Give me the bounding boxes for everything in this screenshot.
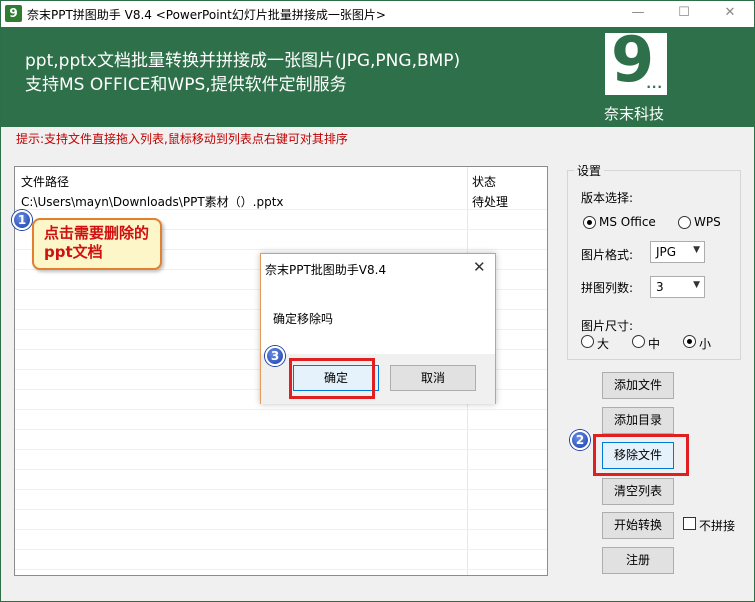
banner-headline: ppt,pptx文档批量转换并拼接成一张图片(JPG,PNG,BMP): [25, 51, 461, 71]
format-label: 图片格式:: [581, 248, 634, 262]
usage-hint: 提示:支持文件直接拖入列表,鼠标移动到列表点右键可对其排序: [16, 132, 348, 146]
step-1-callout: 点击需要删除的ppt文档: [32, 218, 162, 270]
column-header-path[interactable]: 文件路径: [21, 173, 69, 190]
dialog-close-icon[interactable]: ✕: [473, 258, 486, 276]
version-wps-label[interactable]: WPS: [694, 215, 721, 229]
close-button[interactable]: ✕: [707, 1, 753, 27]
size-large-label[interactable]: 大: [597, 335, 609, 352]
empty-row: [15, 551, 547, 570]
clear-list-button[interactable]: 清空列表: [602, 478, 674, 505]
dialog-message: 确定移除吗: [273, 312, 334, 326]
add-file-button[interactable]: 添加文件: [602, 372, 674, 399]
empty-row: [15, 411, 547, 430]
no-stitch-checkbox[interactable]: [683, 517, 696, 530]
maximize-button[interactable]: ☐: [661, 1, 707, 27]
step-1-badge: 1: [12, 210, 32, 230]
version-msoffice-radio[interactable]: [583, 216, 596, 229]
empty-row: [15, 511, 547, 530]
version-wps-radio[interactable]: [678, 216, 691, 229]
empty-row: [15, 531, 547, 550]
file-path-cell: C:\Users\mayn\Downloads\PPT素材（）.pptx: [21, 195, 284, 209]
chevron-down-icon: ▼: [693, 245, 700, 255]
add-folder-button[interactable]: 添加目录: [602, 407, 674, 434]
format-select-value: JPG: [656, 245, 677, 259]
empty-row: [15, 431, 547, 450]
empty-row: [15, 451, 547, 470]
step-3-badge: 3: [265, 346, 285, 366]
size-label: 图片尺寸:: [581, 319, 634, 333]
step-2-badge: 2: [570, 430, 590, 450]
dialog-cancel-button[interactable]: 取消: [390, 365, 476, 391]
header-banner: ppt,pptx文档批量转换并拼接成一张图片(JPG,PNG,BMP) 支持MS…: [1, 25, 754, 127]
column-header-status[interactable]: 状态: [472, 173, 496, 190]
register-button[interactable]: 注册: [602, 547, 674, 574]
settings-title: 设置: [574, 162, 605, 179]
table-row[interactable]: C:\Users\mayn\Downloads\PPT素材（）.pptx 待处理: [15, 191, 547, 210]
dialog-title: 奈末PPT批图助手V8.4: [265, 263, 387, 277]
columns-label: 拼图列数:: [581, 281, 634, 295]
size-small-label[interactable]: 小: [699, 335, 711, 352]
company-name: 奈末科技: [604, 105, 665, 123]
app-logo-icon: 9: [5, 5, 22, 22]
step-2-highlight: [593, 434, 689, 476]
size-large-radio[interactable]: [581, 335, 594, 348]
version-msoffice-label[interactable]: MS Office: [599, 215, 656, 229]
size-medium-radio[interactable]: [632, 335, 645, 348]
empty-row: [15, 471, 547, 490]
size-medium-label[interactable]: 中: [648, 335, 660, 352]
size-small-radio[interactable]: [683, 335, 696, 348]
logo-dots: ...: [646, 77, 663, 91]
chevron-down-icon: ▼: [693, 280, 700, 290]
window-title: 奈末PPT拼图助手 V8.4 <PowerPoint幻灯片批量拼接成一张图片>: [27, 8, 386, 22]
app-window: 9 奈末PPT拼图助手 V8.4 <PowerPoint幻灯片批量拼接成一张图片…: [0, 0, 755, 602]
empty-row: [15, 491, 547, 510]
step-3-highlight: [289, 358, 375, 399]
file-status-cell: 待处理: [472, 195, 509, 209]
banner-subline: 支持MS OFFICE和WPS,提供软件定制服务: [25, 75, 347, 95]
start-convert-button[interactable]: 开始转换: [602, 512, 674, 539]
columns-select-value: 3: [656, 280, 664, 294]
format-select[interactable]: JPG ▼: [650, 241, 705, 263]
version-label: 版本选择:: [581, 191, 634, 205]
company-logo: 9 ...: [605, 25, 667, 95]
columns-select[interactable]: 3 ▼: [650, 276, 705, 298]
no-stitch-label[interactable]: 不拼接: [699, 517, 735, 534]
